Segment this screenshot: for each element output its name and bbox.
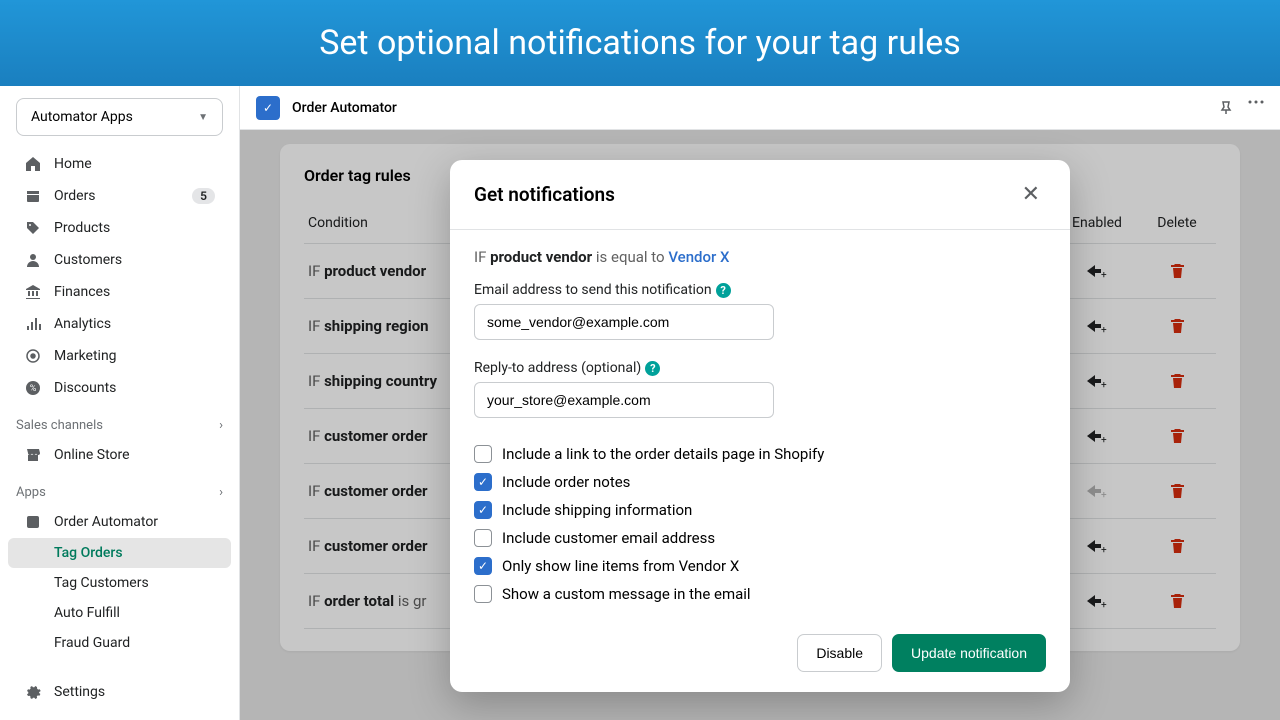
checkbox[interactable]: ✓ xyxy=(474,501,492,519)
checkbox-label: Include customer email address xyxy=(502,529,715,547)
nav-discounts[interactable]: %Discounts xyxy=(8,372,231,404)
subnav-tag-customers[interactable]: Tag Customers xyxy=(8,568,231,598)
checkbox[interactable]: ✓ xyxy=(474,473,492,491)
more-icon[interactable] xyxy=(1248,100,1264,116)
checkbox-row: Include customer email address xyxy=(474,524,1046,552)
topbar: ✓ Order Automator xyxy=(240,86,1280,130)
app-name: Order Automator xyxy=(292,100,397,116)
help-icon[interactable]: ? xyxy=(645,361,660,376)
reply-input[interactable] xyxy=(474,382,774,418)
nav-orders[interactable]: Orders5 xyxy=(8,180,231,212)
chevron-right-icon: › xyxy=(219,485,223,500)
nav-customers[interactable]: Customers xyxy=(8,244,231,276)
home-icon xyxy=(24,155,42,173)
email-label: Email address to send this notification? xyxy=(474,282,1046,298)
modal-overlay: Get notifications ✕ IF product vendor is… xyxy=(240,130,1280,720)
checkbox[interactable] xyxy=(474,445,492,463)
disable-button[interactable]: Disable xyxy=(797,634,882,672)
subnav-auto-fulfill[interactable]: Auto Fulfill xyxy=(8,598,231,628)
checkbox-row: ✓ Only show line items from Vendor X xyxy=(474,552,1046,580)
nav-products[interactable]: Products xyxy=(8,212,231,244)
apps-header[interactable]: Apps › xyxy=(0,471,239,506)
checkbox-row: Show a custom message in the email xyxy=(474,580,1046,608)
pin-icon[interactable] xyxy=(1218,100,1234,116)
nav-marketing[interactable]: Marketing xyxy=(8,340,231,372)
app-logo-icon: ✓ xyxy=(256,96,280,120)
gear-icon xyxy=(24,683,42,701)
email-input[interactable] xyxy=(474,304,774,340)
nav-online-store[interactable]: Online Store xyxy=(8,439,231,471)
discount-icon: % xyxy=(24,379,42,397)
dropdown-label: Automator Apps xyxy=(31,109,133,125)
condition-summary: IF product vendor is equal to Vendor X xyxy=(474,248,1046,266)
app-dropdown[interactable]: Automator Apps ▼ xyxy=(16,98,223,136)
checkbox-row: ✓ Include shipping information xyxy=(474,496,1046,524)
svg-text:%: % xyxy=(30,384,37,394)
person-icon xyxy=(24,251,42,269)
update-notification-button[interactable]: Update notification xyxy=(892,634,1046,672)
app-badge-icon xyxy=(24,513,42,531)
checkbox[interactable] xyxy=(474,585,492,603)
chart-icon xyxy=(24,315,42,333)
nav-order-automator[interactable]: Order Automator xyxy=(8,506,231,538)
help-icon[interactable]: ? xyxy=(716,283,731,298)
checkbox-row: Include a link to the order details page… xyxy=(474,440,1046,468)
checkbox[interactable] xyxy=(474,529,492,547)
checkbox-label: Include a link to the order details page… xyxy=(502,445,824,463)
chevron-right-icon: › xyxy=(219,418,223,433)
close-icon[interactable]: ✕ xyxy=(1016,180,1046,209)
nav-settings[interactable]: Settings xyxy=(8,676,231,708)
modal-title: Get notifications xyxy=(474,183,615,206)
orders-icon xyxy=(24,187,42,205)
nav-home[interactable]: Home xyxy=(8,148,231,180)
hero-banner: Set optional notifications for your tag … xyxy=(0,0,1280,86)
orders-badge: 5 xyxy=(192,188,215,204)
checkbox-row: ✓ Include order notes xyxy=(474,468,1046,496)
checkbox-label: Include shipping information xyxy=(502,501,692,519)
store-icon xyxy=(24,446,42,464)
checkbox-label: Include order notes xyxy=(502,473,630,491)
bank-icon xyxy=(24,283,42,301)
reply-label: Reply-to address (optional)? xyxy=(474,360,1046,376)
sales-channels-header[interactable]: Sales channels › xyxy=(0,404,239,439)
sidebar: Automator Apps ▼ Home Orders5 Products C… xyxy=(0,86,240,720)
notification-modal: Get notifications ✕ IF product vendor is… xyxy=(450,160,1070,692)
checkbox[interactable]: ✓ xyxy=(474,557,492,575)
checkbox-label: Show a custom message in the email xyxy=(502,585,751,603)
subnav-fraud-guard[interactable]: Fraud Guard xyxy=(8,628,231,658)
subnav-tag-orders[interactable]: Tag Orders xyxy=(8,538,231,568)
checkbox-label: Only show line items from Vendor X xyxy=(502,557,739,575)
target-icon xyxy=(24,347,42,365)
hero-text: Set optional notifications for your tag … xyxy=(319,23,961,63)
nav-analytics[interactable]: Analytics xyxy=(8,308,231,340)
chevron-down-icon: ▼ xyxy=(198,112,208,123)
nav-finances[interactable]: Finances xyxy=(8,276,231,308)
tag-icon xyxy=(24,219,42,237)
